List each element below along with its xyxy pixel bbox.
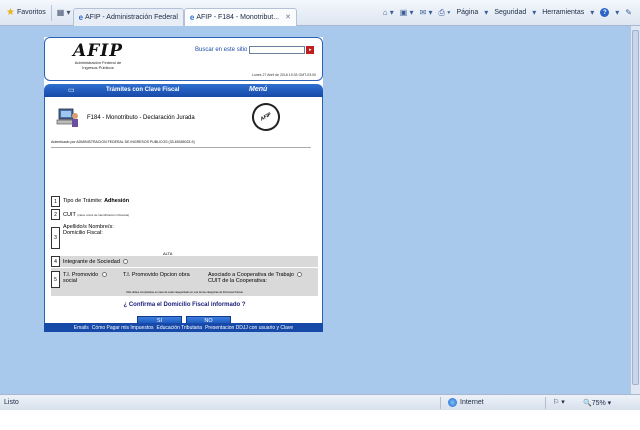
research-icon[interactable]: ✎ xyxy=(625,8,632,17)
row-cuit: 2 CUIT (clave única de identificación tr… xyxy=(51,209,318,220)
tramite-value: Adhesión xyxy=(104,198,130,204)
close-tab-icon[interactable]: ✕ xyxy=(285,13,291,21)
promovido-social-option: T.I. Promovido social xyxy=(63,272,107,284)
sociedad-radio[interactable] xyxy=(123,259,129,265)
row-text: Apellido/s Nombre/s: Domicilio Fiscal: xyxy=(63,224,114,236)
star-icon: ★ xyxy=(6,7,15,18)
ie-icon: e xyxy=(78,12,84,22)
promovido-radio[interactable] xyxy=(101,272,107,278)
afip-header: AFIP Administración Federal de Ingresos … xyxy=(44,37,323,81)
chevron-down-icon: ▾ xyxy=(484,8,489,17)
form-frame: F184 - Monotributo - Declaración Jurada … xyxy=(44,97,323,326)
protected-mode-icon[interactable]: ⚐ ▾ xyxy=(553,398,565,406)
chevron-down-icon: ▾ xyxy=(590,8,595,17)
note-text: Sólo debes completarse en caso de estar … xyxy=(51,290,318,296)
form-heading: F184 - Monotributo - Declaración Jurada xyxy=(53,107,195,129)
header-date: Lunes 27 Abril de 2016 19:33 GMT-03:00 xyxy=(251,73,316,77)
cooperativa-cuit-label: CUIT de la Cooperativa: xyxy=(208,278,267,284)
vertical-scrollbar[interactable] xyxy=(630,26,640,394)
tools-menu[interactable]: Herramientas xyxy=(542,9,584,16)
section-band: ▭ Trámites con Clave Fiscal Menú xyxy=(44,84,323,97)
site-search: Buscar en este sitio ▸ xyxy=(195,46,315,54)
print-icon[interactable]: ⎙ ▾ xyxy=(439,8,451,18)
help-icon[interactable]: ? xyxy=(600,8,610,17)
logo-text: AFIP xyxy=(73,41,123,61)
confirm-question: ¿ Confirma el Domicilio Fiscal informado… xyxy=(123,302,246,308)
status-bar: Listo Internet ⚐ ▾ 🔍75% ▾ xyxy=(0,394,640,410)
footer-link-emails[interactable]: Emails xyxy=(74,325,89,331)
computer-user-icon xyxy=(53,107,81,129)
promovido-obra-option: T.I. Promovido Opcion obra xyxy=(123,272,190,278)
status-divider xyxy=(545,397,546,409)
toolbar-divider xyxy=(50,4,52,21)
search-go-icon[interactable]: ▸ xyxy=(306,46,315,54)
row-number: 5 xyxy=(51,271,60,288)
afip-page: AFIP Administración Federal de Ingresos … xyxy=(44,37,323,332)
search-input[interactable] xyxy=(249,46,306,54)
logo-subtitle-2: Ingresos Públicos xyxy=(82,65,114,70)
security-menu[interactable]: Seguridad xyxy=(494,9,526,16)
sociedad-label: Integrante de Sociedad xyxy=(63,259,120,265)
afip-logo[interactable]: AFIP Administración Federal de Ingresos … xyxy=(59,41,137,71)
form-title: F184 - Monotributo - Declaración Jurada xyxy=(87,115,195,121)
cooperativa-option: Asociado a Cooperativa de Trabajo CUIT d… xyxy=(208,272,318,284)
row-number: 2 xyxy=(51,209,60,220)
search-label: Buscar en este sitio xyxy=(195,47,248,53)
security-zone[interactable]: Internet xyxy=(448,398,484,407)
globe-icon xyxy=(448,398,457,407)
zone-label: Internet xyxy=(460,399,484,406)
menu-link[interactable]: Menú xyxy=(249,86,267,93)
footer-link-pagar[interactable]: Cómo Pagar mis Impuestos xyxy=(92,325,154,331)
home-icon[interactable]: ⌂ ▾ xyxy=(383,8,394,17)
footer-links: Emails Cómo Pagar mis Impuestos Educació… xyxy=(44,323,323,332)
zoom-value: 75% xyxy=(591,400,606,407)
row-tramite: 1 Tipo de Trámite: Adhesión xyxy=(51,196,318,207)
cooperativa-radio[interactable] xyxy=(297,272,303,278)
divider xyxy=(51,147,311,148)
footer-link-ddjj[interactable]: Presentacion DDJJ con usuario y Clave xyxy=(205,325,293,331)
row-domicilio: 3 Apellido/s Nombre/s: Domicilio Fiscal: xyxy=(51,222,318,250)
chevron-down-icon: ▾ xyxy=(532,8,537,17)
afip-seal-icon: AFIP xyxy=(246,97,286,137)
status-text: Listo xyxy=(4,399,19,406)
cuit-label: CUIT xyxy=(63,212,76,218)
command-bar: ⌂ ▾ ▣ ▾ ✉ ▾ ⎙ ▾ Página ▾ Seguridad ▾ Herra… xyxy=(383,8,632,18)
domicilio-label: Domicilio Fiscal: xyxy=(63,230,103,236)
cuit-hint: (clave única de identificación tributari… xyxy=(77,213,130,217)
feeds-icon[interactable]: ▣ ▾ xyxy=(400,8,414,17)
promovido-obra-label: T.I. Promovido Opcion obra xyxy=(123,272,190,278)
row-text: CUIT (clave única de identificación trib… xyxy=(63,212,129,218)
browser-viewport: AFIP Administración Federal de Ingresos … xyxy=(0,26,640,394)
tab-title: AFIP - Administración Federal xyxy=(85,13,178,21)
tab-afip-f184[interactable]: e AFIP - F184 - Monotribut... ✕ xyxy=(183,7,297,26)
page-menu[interactable]: Página xyxy=(457,9,479,16)
promovido-social-label: social xyxy=(63,278,78,284)
row-text: Integrante de Sociedad xyxy=(63,259,129,265)
row-sociedad: 4 Integrante de Sociedad xyxy=(51,256,318,267)
ie-icon: e xyxy=(189,12,195,22)
quick-tabs-icon[interactable]: ▦ ▾ xyxy=(57,8,71,17)
tramite-label: Tipo de Trámite: xyxy=(63,198,103,204)
band-title: Trámites con Clave Fiscal xyxy=(106,87,180,93)
chevron-down-icon: ▾ xyxy=(615,8,620,17)
desktop-area xyxy=(0,410,640,430)
computer-icon: ▭ xyxy=(68,87,75,94)
zoom-level[interactable]: 🔍75% ▾ xyxy=(583,399,611,407)
row-number: 1 xyxy=(51,196,60,207)
favorites-label: Favoritos xyxy=(16,9,46,16)
row-promovido: 5 T.I. Promovido social T.I. Promovido O… xyxy=(51,268,318,290)
row-text: Tipo de Trámite: Adhesión xyxy=(63,198,129,204)
status-divider xyxy=(440,397,441,409)
footer-link-educacion[interactable]: Educación Tributaria xyxy=(157,325,203,331)
scrollbar-thumb[interactable] xyxy=(632,30,639,385)
row-number: 3 xyxy=(51,227,60,249)
mail-icon[interactable]: ✉ ▾ xyxy=(420,8,433,17)
tab-title: AFIP - F184 - Monotribut... xyxy=(196,13,280,21)
authenticated-by: Autenticado por ADMINISTRACION FEDERAL D… xyxy=(51,140,195,144)
row-number: 4 xyxy=(51,256,60,267)
favorites-button[interactable]: ★ Favoritos xyxy=(6,7,46,18)
tab-afip-admin[interactable]: e AFIP - Administración Federal xyxy=(72,7,184,26)
browser-toolbar: ★ Favoritos ▦ ▾ e AFIP - Administración … xyxy=(0,0,640,26)
